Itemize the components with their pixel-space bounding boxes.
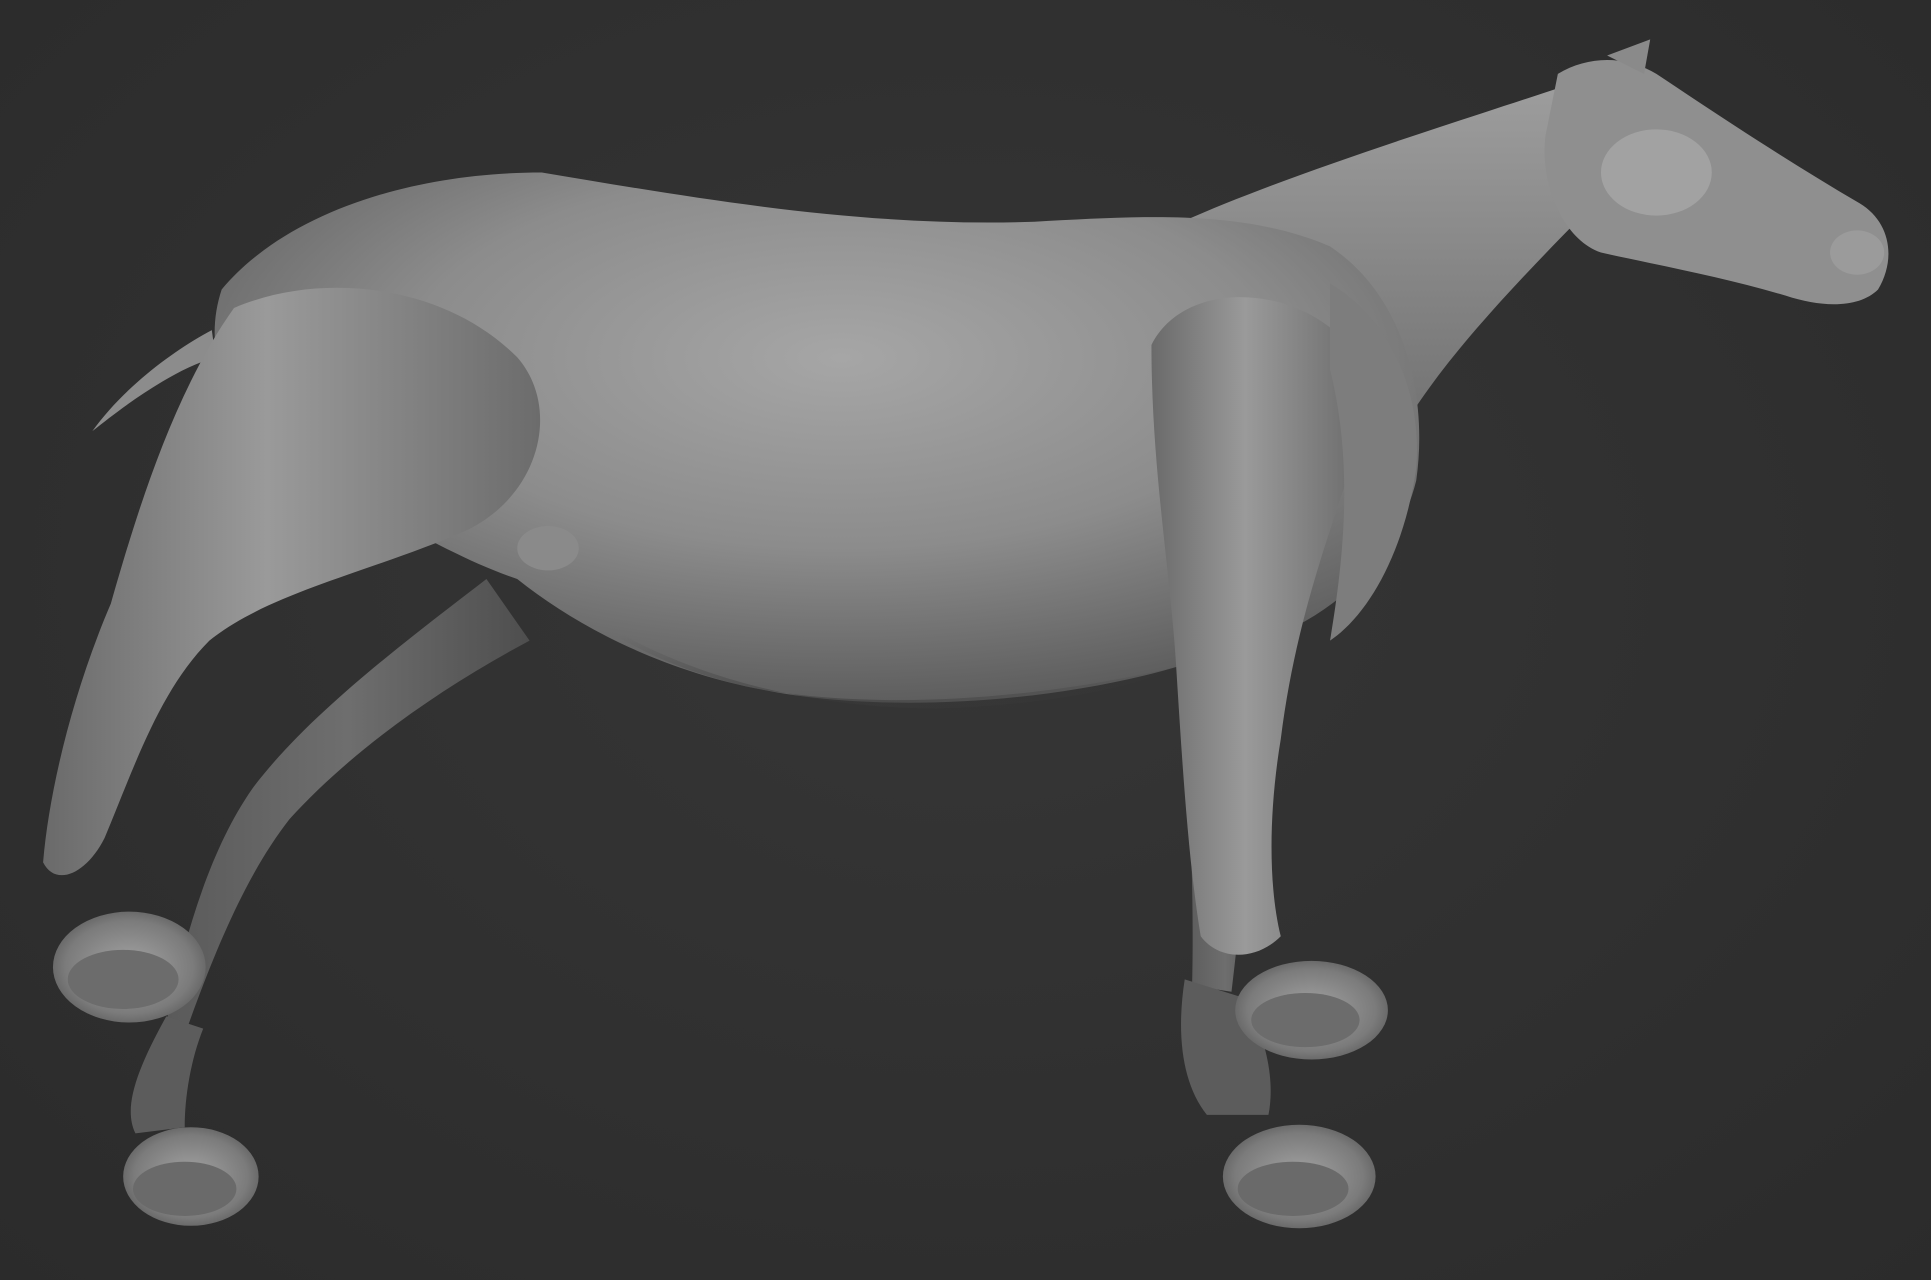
viewport-canvas[interactable] <box>0 0 1931 1280</box>
head <box>1544 39 1889 305</box>
far-hind-leg <box>123 579 530 1226</box>
horse-sculpt-render <box>43 39 1889 1229</box>
